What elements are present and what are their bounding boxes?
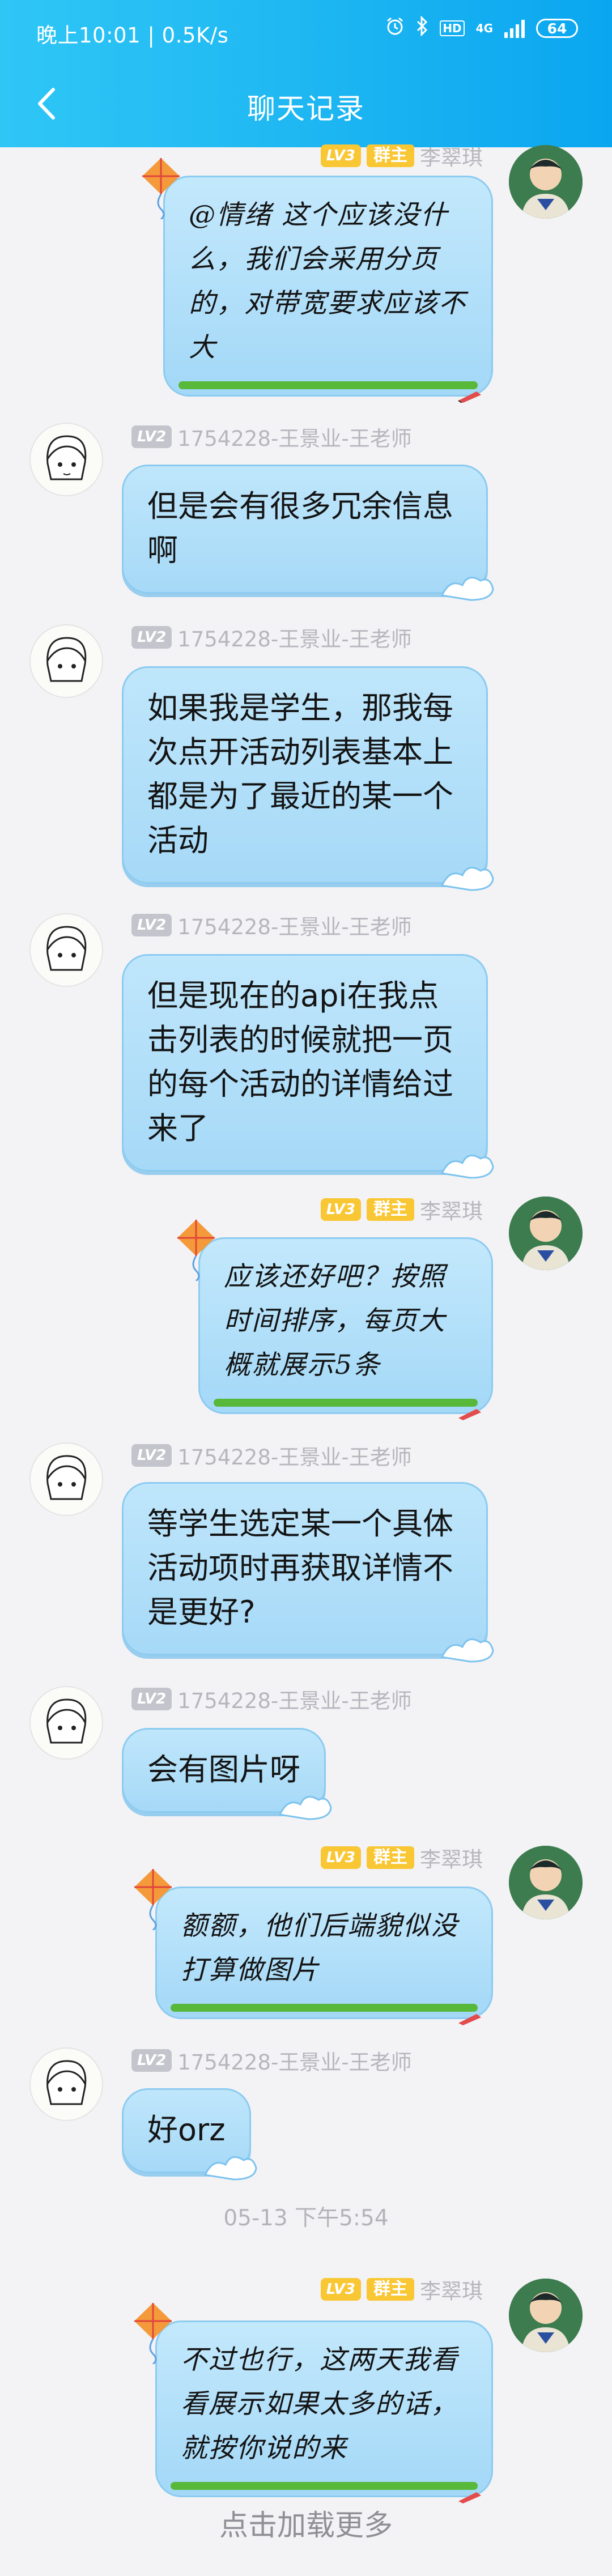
sender-name: 1754228-王景业-王老师: [177, 1689, 412, 1713]
level-badge: LV3: [320, 144, 361, 167]
pencil-icon: [458, 391, 481, 403]
load-more-button[interactable]: 点击加载更多: [0, 2502, 612, 2544]
message-text: 额额，他们后端貌似没打算做图片: [181, 1910, 458, 1986]
sender-line: LV3 群主 李翠琪: [320, 140, 483, 171]
kite-icon: [134, 2303, 172, 2364]
sender-line: LV2 1754228-王景业-王老师: [131, 421, 412, 452]
message-bubble[interactable]: 但是现在的api在我点击列表的时候就把一页的每个活动的详情给过来了: [122, 954, 494, 1179]
status-bar: 晚上10:01 | 0.5K/s HD 4G 64: [0, 0, 612, 63]
sender-name: 李翠琪: [420, 1199, 483, 1224]
level-badge: LV2: [131, 425, 172, 448]
sender-name: 1754228-王景业-王老师: [177, 1445, 412, 1470]
avatar[interactable]: [29, 624, 103, 698]
pencil-icon: [458, 2014, 481, 2025]
level-badge: LV2: [131, 1444, 172, 1467]
wave-decoration-icon: [440, 1155, 494, 1179]
message-text: 好orz: [147, 2112, 226, 2148]
avatar[interactable]: [29, 2047, 103, 2121]
level-badge: LV3: [320, 1198, 361, 1221]
message-text: 不过也行，这两天我看看展示如果太多的话，就按你说的来: [181, 2344, 458, 2464]
message-text: 等学生选定某一个具体活动项时再获取详情不是更好?: [147, 1506, 453, 1630]
message-bubble[interactable]: 但是会有很多冗余信息啊: [122, 465, 494, 601]
sender-name: 1754228-王景业-王老师: [177, 627, 412, 652]
top-bar: 晚上10:01 | 0.5K/s HD 4G 64 聊天记录: [0, 0, 612, 147]
sender-line: LV2 1754228-王景业-王老师: [131, 1684, 412, 1714]
status-time-speed: 晚上10:01 | 0.5K/s: [36, 23, 229, 48]
alarm-icon: [385, 16, 405, 40]
network-label: 4G: [475, 22, 493, 35]
level-badge: LV2: [131, 914, 172, 936]
hd-icon: HD: [440, 20, 465, 36]
sender-name: 1754228-王景业-王老师: [177, 427, 412, 451]
message-text: 但是现在的api在我点击列表的时候就把一页的每个活动的详情给过来了: [147, 978, 453, 1146]
page-title: 聊天记录: [247, 92, 365, 125]
avatar[interactable]: [29, 913, 103, 987]
wave-decoration-icon: [440, 577, 494, 601]
message-bubble[interactable]: 等学生选定某一个具体活动项时再获取详情不是更好?: [122, 1482, 494, 1663]
message-bubble[interactable]: @情绪 这个应该没什么，我们会采用分页的，对带宽要求应该不大: [142, 158, 493, 403]
message-bubble[interactable]: 好orz: [122, 2088, 257, 2181]
wave-decoration-icon: [440, 1638, 494, 1663]
sender-line: LV2 1754228-王景业-王老师: [131, 910, 412, 940]
message-bubble[interactable]: 额额，他们后端貌似没打算做图片: [134, 1869, 493, 2025]
level-badge: LV3: [320, 2278, 361, 2301]
sender-line: LV3 群主 李翠琪: [320, 1194, 483, 1225]
sender-name: 李翠琪: [420, 2279, 483, 2304]
signal-icon: [504, 19, 525, 38]
battery-icon: 64: [536, 19, 578, 38]
message-text: 应该还好吧？按照时间排序，每页大概就展示5条: [224, 1261, 446, 1381]
avatar[interactable]: [29, 1686, 103, 1760]
group-owner-badge: 群主: [367, 2278, 414, 2301]
wave-decoration-icon: [203, 2156, 257, 2181]
level-badge: LV2: [131, 2049, 172, 2072]
chat-history[interactable]: LV3 群主 李翠琪 @情绪 这个应该没什么，我们会采用分页的，对带宽要求应该不…: [0, 144, 612, 2576]
group-owner-badge: 群主: [367, 1198, 414, 1221]
group-owner-badge: 群主: [367, 144, 414, 167]
sender-line: LV3 群主 李翠琪: [320, 1842, 483, 1873]
level-badge: LV2: [131, 626, 172, 649]
avatar[interactable]: [509, 1846, 583, 1919]
avatar[interactable]: [29, 1442, 103, 1516]
sender-name: 李翠琪: [420, 146, 483, 170]
header: 聊天记录: [0, 63, 612, 147]
sender-name: 1754228-王景业-王老师: [177, 2050, 412, 2075]
sender-name: 李翠琪: [420, 1847, 483, 1872]
avatar[interactable]: [509, 2279, 583, 2352]
chat-timestamp: 05-13 下午5:54: [223, 2205, 389, 2231]
message-text: 如果我是学生，那我每次点开活动列表基本上都是为了最近的某一个活动: [147, 690, 453, 858]
level-badge: LV2: [131, 1688, 172, 1710]
sender-line: LV2 1754228-王景业-王老师: [131, 1440, 412, 1471]
kite-icon: [134, 1869, 172, 1930]
sender-line: LV2 1754228-王景业-王老师: [131, 622, 412, 653]
battery-level: 64: [547, 20, 567, 37]
kite-icon: [177, 1220, 215, 1281]
level-badge: LV3: [320, 1846, 361, 1869]
sender-line: LV3 群主 李翠琪: [320, 2274, 483, 2305]
sender-line: LV2 1754228-王景业-王老师: [131, 2045, 412, 2076]
avatar[interactable]: [509, 1197, 583, 1270]
pencil-icon: [458, 1409, 481, 1420]
message-text: 会有图片呀: [147, 1752, 300, 1787]
avatar[interactable]: [509, 145, 583, 219]
group-owner-badge: 群主: [367, 1846, 414, 1869]
message-bubble[interactable]: 应该还好吧？按照时间排序，每页大概就展示5条: [177, 1220, 493, 1420]
avatar[interactable]: [29, 423, 103, 496]
wave-decoration-icon: [440, 867, 494, 891]
message-text: 但是会有很多冗余信息啊: [147, 488, 453, 568]
message-text: @情绪 这个应该没什么，我们会采用分页的，对带宽要求应该不大: [189, 199, 466, 363]
message-bubble[interactable]: 不过也行，这两天我看看展示如果太多的话，就按你说的来: [134, 2303, 493, 2503]
wave-decoration-icon: [278, 1796, 332, 1820]
status-icons: HD 4G 64: [385, 15, 578, 41]
sender-name: 1754228-王景业-王老师: [177, 915, 412, 939]
message-bubble[interactable]: 如果我是学生，那我每次点开活动列表基本上都是为了最近的某一个活动: [122, 666, 494, 891]
message-bubble[interactable]: 会有图片呀: [122, 1728, 332, 1820]
bluetooth-icon: [416, 15, 428, 41]
kite-icon: [142, 158, 180, 219]
